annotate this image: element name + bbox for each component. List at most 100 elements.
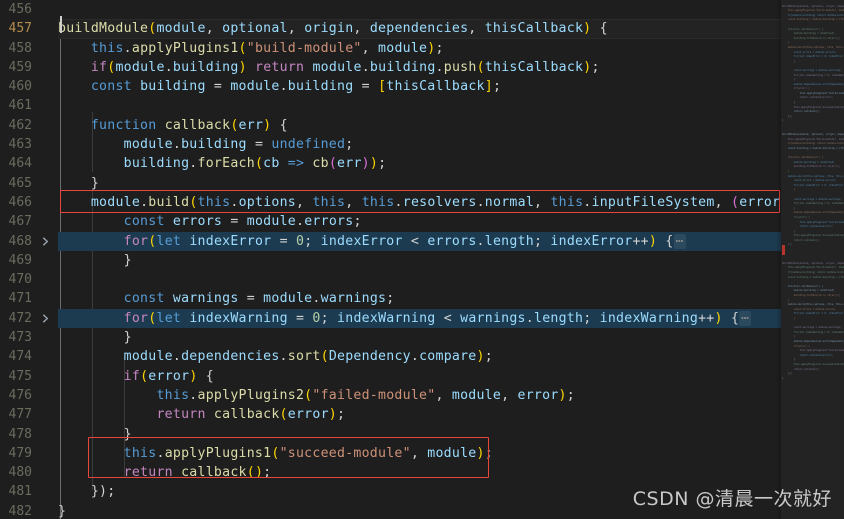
line-number[interactable]: 482 xyxy=(0,502,58,519)
line-number[interactable]: 475 xyxy=(0,367,58,386)
code-line[interactable]: for(let indexError = 0; indexError < err… xyxy=(58,232,844,251)
code-token: { xyxy=(271,118,287,133)
code-token: errors xyxy=(427,234,476,249)
code-line[interactable]: module.build(this.options, this, this.re… xyxy=(58,193,844,212)
code-token: ; xyxy=(353,214,361,229)
code-line[interactable]: module.dependencies.sort(Dependency.comp… xyxy=(58,347,844,366)
line-number[interactable]: 462 xyxy=(0,116,58,135)
code-line[interactable]: }); xyxy=(58,482,844,501)
code-line[interactable]: const warnings = module.warnings; xyxy=(58,289,844,308)
code-token: const xyxy=(124,214,165,229)
code-token: ; xyxy=(583,311,599,326)
code-token xyxy=(58,407,156,422)
line-number-text: 460 xyxy=(9,79,32,94)
code-line[interactable]: } xyxy=(58,174,844,193)
code-line[interactable]: } xyxy=(58,425,844,444)
line-number[interactable]: 476 xyxy=(0,386,58,405)
line-number-text: 465 xyxy=(9,176,32,191)
code-line[interactable]: const errors = module.errors; xyxy=(58,212,844,231)
line-number[interactable]: 468 xyxy=(0,232,58,251)
line-number[interactable]: 472 xyxy=(0,309,58,328)
code-token: this xyxy=(156,388,189,403)
code-line[interactable]: return callback(error); xyxy=(58,405,844,424)
line-number[interactable]: 480 xyxy=(0,463,58,482)
code-editor[interactable]: 456 457 458 459 460 461 462 463 464 465 466 467 468 4… xyxy=(0,0,844,519)
line-number[interactable]: 478 xyxy=(0,425,58,444)
code-token: dependencies xyxy=(370,21,468,36)
code-line[interactable]: } xyxy=(58,328,844,347)
code-line[interactable]: if(module.building) return module.buildi… xyxy=(58,58,844,77)
code-token xyxy=(58,234,124,249)
code-line[interactable]: module.building = undefined; xyxy=(58,135,844,154)
code-token: module xyxy=(156,21,205,36)
code-token xyxy=(58,349,124,364)
code-line[interactable] xyxy=(58,0,844,19)
code-line[interactable]: function callback(err) { xyxy=(58,116,844,135)
editor-code-area[interactable]: buildModule (module, optional, origin, de… xyxy=(58,0,844,519)
line-number[interactable]: 470 xyxy=(0,270,58,289)
code-token: = xyxy=(206,79,231,94)
code-line[interactable]: for(let indexWarning = 0; indexWarning <… xyxy=(58,309,844,328)
line-number[interactable]: 461 xyxy=(0,96,58,115)
chevron-right-icon[interactable] xyxy=(38,232,52,251)
code-token: } xyxy=(58,504,66,519)
code-line[interactable]: this.applyPlugins1("succeed-module", mod… xyxy=(58,444,844,463)
code-token: ( xyxy=(230,118,238,133)
line-number[interactable]: 460 xyxy=(0,77,58,96)
code-token: module xyxy=(263,291,312,306)
code-token: errors xyxy=(173,214,222,229)
code-token xyxy=(165,291,173,306)
line-number[interactable]: 457 xyxy=(0,19,58,38)
line-number[interactable]: 473 xyxy=(0,328,58,347)
line-number[interactable]: 479 xyxy=(0,444,58,463)
code-line[interactable]: this.applyPlugins1("build-module", modul… xyxy=(58,39,844,58)
code-token: < xyxy=(436,311,461,326)
line-number[interactable]: 467 xyxy=(0,212,58,231)
line-number[interactable]: 481 xyxy=(0,482,58,501)
code-token: error xyxy=(148,369,189,384)
line-number[interactable]: 466 xyxy=(0,193,58,212)
code-token: ( xyxy=(255,156,263,171)
code-line[interactable]: this.applyPlugins2("failed-module", modu… xyxy=(58,386,844,405)
text-caret xyxy=(60,16,62,33)
line-number[interactable]: 464 xyxy=(0,154,58,173)
line-number[interactable]: 458 xyxy=(0,39,58,58)
code-line[interactable]: const building = module.building = [this… xyxy=(58,77,844,96)
code-line[interactable]: } xyxy=(58,502,844,519)
code-token: , xyxy=(715,195,731,210)
code-token xyxy=(58,79,91,94)
code-token: indexError xyxy=(550,234,632,249)
code-token: ; xyxy=(591,60,599,75)
code-line[interactable]: building.forEach(cb => cb(err)); xyxy=(58,154,844,173)
code-token xyxy=(58,214,124,229)
code-token: undefined xyxy=(271,137,345,152)
line-number[interactable]: 456 xyxy=(0,0,58,19)
code-token: ( xyxy=(280,407,288,422)
code-token: this xyxy=(91,41,124,56)
code-lines-container[interactable]: buildModule (module, optional, origin, de… xyxy=(58,0,844,519)
line-number[interactable]: 465 xyxy=(0,174,58,193)
code-line[interactable] xyxy=(58,270,844,289)
code-token: => xyxy=(280,156,313,171)
code-token: 0 xyxy=(296,234,304,249)
code-line[interactable]: if(error) { xyxy=(58,367,844,386)
code-token: }) xyxy=(58,484,107,499)
code-line[interactable]: buildModule(module, optional, origin, de… xyxy=(58,19,844,38)
minimap-slider[interactable] xyxy=(782,0,844,519)
line-number[interactable]: 471 xyxy=(0,289,58,308)
editor-minimap[interactable]: buildModule(module, optional, origin, de… xyxy=(781,0,844,519)
code-token: , xyxy=(362,41,378,56)
chevron-right-icon[interactable] xyxy=(38,309,52,328)
line-number[interactable]: 459 xyxy=(0,58,58,77)
line-number[interactable]: 463 xyxy=(0,135,58,154)
line-number[interactable]: 474 xyxy=(0,347,58,366)
line-number-text: 471 xyxy=(9,291,32,306)
line-number[interactable]: 469 xyxy=(0,251,58,270)
code-line[interactable]: return callback(); xyxy=(58,463,844,482)
line-number[interactable]: 477 xyxy=(0,405,58,424)
line-number-text: 480 xyxy=(9,465,32,480)
code-token: ; xyxy=(345,137,353,152)
code-line[interactable]: } xyxy=(58,251,844,270)
line-number-text: 467 xyxy=(9,214,32,229)
code-line[interactable] xyxy=(58,96,844,115)
